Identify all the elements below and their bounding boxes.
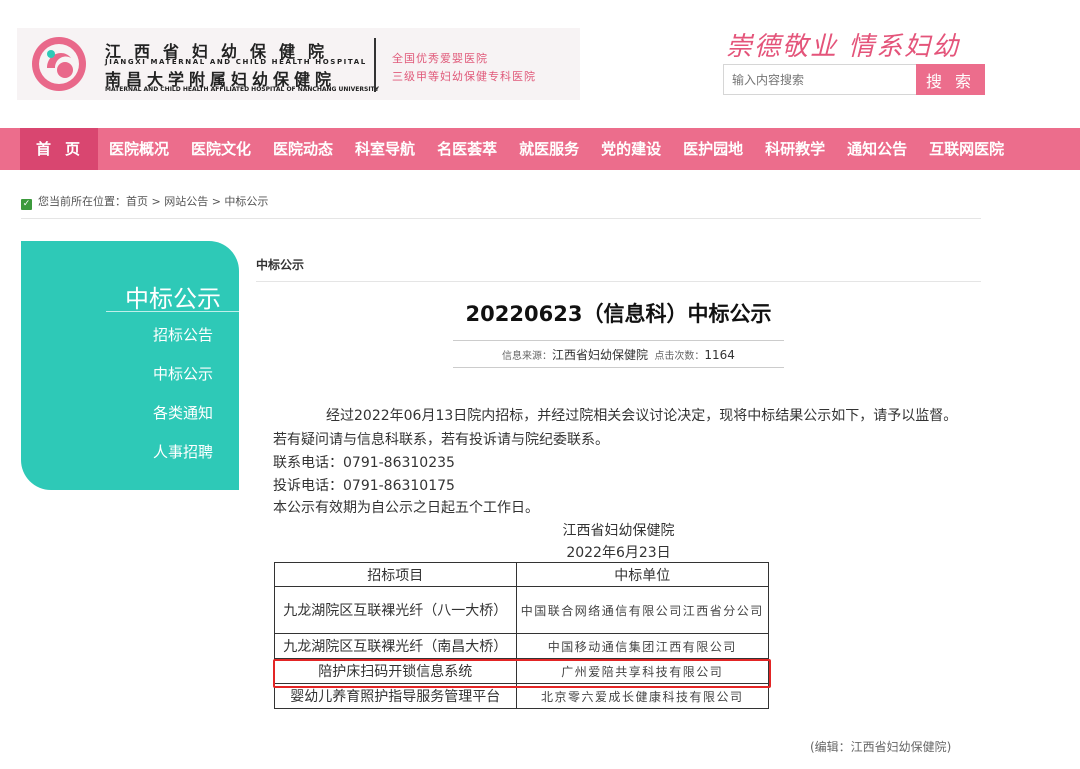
nav-item-departments[interactable]: 科室导航 — [344, 128, 426, 170]
sidebar-title: 中标公示 — [125, 285, 221, 313]
breadcrumb: ✓ 您当前所在位置：首页 > 网站公告 > 中标公示 — [21, 193, 981, 219]
highlight-box — [273, 659, 771, 688]
nav-item-research[interactable]: 科研教学 — [754, 128, 836, 170]
table-cell-winner: 中国移动通信集团江西有限公司 — [515, 633, 770, 659]
nav-item-news[interactable]: 医院动态 — [262, 128, 344, 170]
section-divider — [256, 281, 981, 282]
search-button[interactable]: 搜 索 — [916, 64, 985, 95]
article-signature: 江西省妇幼保健院 — [562, 523, 675, 539]
table-cell-project: 九龙湖院区互联裸光纤（南昌大桥） — [274, 633, 517, 659]
article-title: 20220623（信息科）中标公示 — [465, 302, 772, 326]
validity-note: 本公示有效期为自公示之日起五个工作日。 — [273, 500, 539, 516]
nav-item-internet-hospital[interactable]: 互联网医院 — [918, 128, 1015, 170]
views-count: 1164 — [704, 348, 735, 362]
nav-item-culture[interactable]: 医院文化 — [180, 128, 262, 170]
views-label: 点击次数： — [654, 351, 705, 362]
nav-item-overview[interactable]: 医院概况 — [98, 128, 180, 170]
hospital-motto: 崇德敬业 情系妇幼 — [726, 32, 961, 62]
nav-item-home[interactable]: 首页 — [20, 128, 98, 170]
logo-en-line2: MATERNAL AND CHILD HEALTH AFFILIATED HOS… — [105, 86, 379, 93]
sidebar-divider — [106, 311, 239, 312]
hospital-logo-icon — [32, 37, 86, 91]
article-meta: 信息来源：江西省妇幼保健院 点击次数：1164 — [453, 340, 784, 368]
source-label: 信息来源： — [502, 351, 553, 362]
table-row: 九龙湖院区互联裸光纤（八一大桥） 中国联合网络通信有限公司江西省分公司 — [274, 586, 770, 634]
nav-item-party[interactable]: 党的建设 — [590, 128, 672, 170]
table-cell-winner: 中国联合网络通信有限公司江西省分公司 — [515, 586, 770, 634]
section-title: 中标公示 — [256, 258, 305, 272]
complaint-phone: 投诉电话：0791-86310175 — [273, 478, 455, 494]
nav-item-services[interactable]: 就医服务 — [508, 128, 590, 170]
check-icon: ✓ — [21, 199, 32, 210]
logo-divider — [374, 38, 376, 92]
breadcrumb-text[interactable]: 您当前所在位置：首页 > 网站公告 > 中标公示 — [38, 195, 268, 208]
sidebar: 中标公示 招标公告 中标公示 各类通知 人事招聘 — [21, 241, 239, 490]
sidebar-item-award-notice[interactable]: 中标公示 — [153, 363, 213, 384]
main-nav: 首页 医院概况 医院文化 医院动态 科室导航 名医荟萃 就医服务 党的建设 医护… — [0, 128, 1080, 170]
article-paragraph-2: 若有疑问请与信息科联系，若有投诉请与院纪委联系。 — [273, 432, 609, 448]
table-row: 九龙湖院区互联裸光纤（南昌大桥） 中国移动通信集团江西有限公司 — [274, 633, 770, 659]
site-search: 搜 索 — [723, 64, 985, 95]
nav-item-nursing[interactable]: 医护园地 — [672, 128, 754, 170]
hospital-logo[interactable]: 江西省妇幼保健院 JIANGXI MATERNAL AND CHILD HEAL… — [17, 28, 580, 100]
article-paragraph-1: 经过2022年06月13日院内招标，并经过院相关会议讨论决定，现将中标结果公示如… — [326, 408, 958, 424]
table-header-row: 招标项目 中标单位 — [274, 562, 770, 587]
table-header-winner: 中标单位 — [515, 562, 770, 587]
logo-slogan-line1: 全国优秀爱婴医院 — [392, 52, 488, 65]
logo-en-line1: JIANGXI MATERNAL AND CHILD HEALTH HOSPIT… — [105, 58, 367, 66]
nav-item-doctors[interactable]: 名医荟萃 — [426, 128, 508, 170]
sidebar-item-tender-notice[interactable]: 招标公告 — [153, 324, 213, 345]
search-input[interactable] — [723, 64, 917, 95]
sidebar-item-recruitment[interactable]: 人事招聘 — [153, 441, 213, 462]
nav-item-notices[interactable]: 通知公告 — [836, 128, 918, 170]
logo-slogan-line2: 三级甲等妇幼保健专科医院 — [392, 70, 536, 83]
table-cell-project: 九龙湖院区互联裸光纤（八一大桥） — [274, 586, 517, 634]
table-header-project: 招标项目 — [274, 562, 517, 587]
article-editor: (编辑：江西省妇幼保健院) — [810, 740, 952, 754]
site-header: 江西省妇幼保健院 JIANGXI MATERNAL AND CHILD HEAL… — [0, 0, 1080, 128]
source-value: 江西省妇幼保健院 — [552, 348, 649, 362]
article-date: 2022年6月23日 — [566, 545, 671, 561]
contact-phone: 联系电话：0791-86310235 — [273, 455, 455, 471]
sidebar-item-notifications[interactable]: 各类通知 — [153, 402, 213, 423]
